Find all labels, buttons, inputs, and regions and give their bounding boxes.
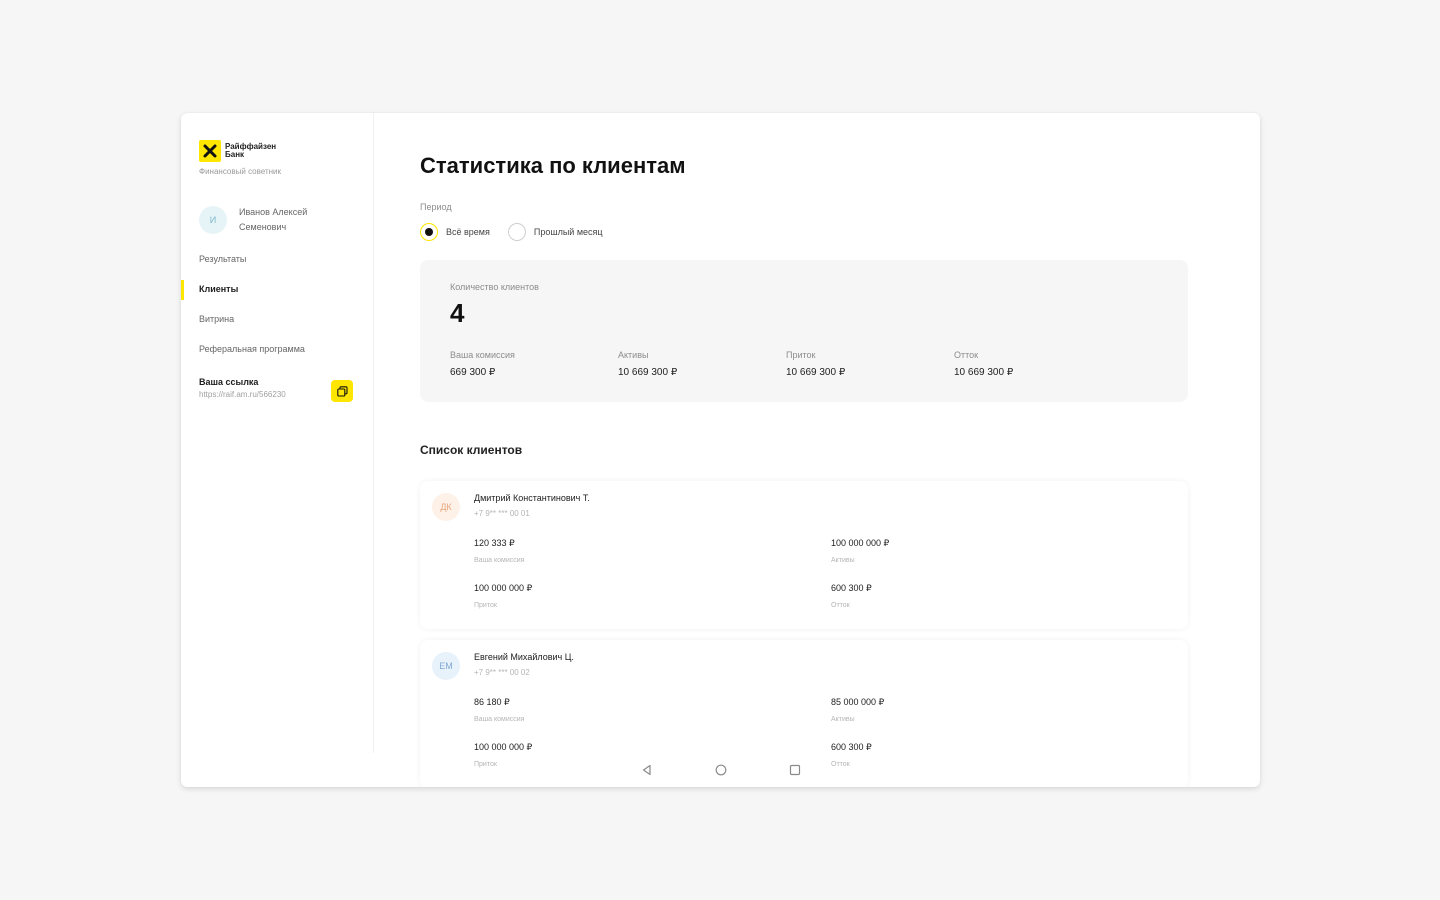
copy-link-button[interactable] [331, 380, 353, 402]
client-phone: +7 9** *** 00 02 [474, 668, 530, 677]
sidebar: Райффайзен Банк Финансовый советник И Ив… [181, 113, 374, 753]
client-assets: 85 000 000 ₽ Активы [831, 697, 884, 723]
stat-label: Ваша комиссия [450, 350, 515, 360]
client-commission: 120 333 ₽ Ваша комиссия [474, 538, 524, 564]
client-outflow: 600 300 ₽ Отток [831, 583, 872, 609]
stat-value: 10 669 300 ₽ [786, 367, 846, 378]
raiffeisen-logo-icon [199, 140, 221, 162]
stat-commission: Ваша комиссия 669 300 ₽ [450, 350, 515, 378]
sidebar-item-clients[interactable]: Клиенты [181, 279, 374, 309]
recents-button[interactable] [787, 762, 803, 778]
stat-value: 10 669 300 ₽ [618, 367, 678, 378]
client-commission: 86 180 ₽ Ваша комиссия [474, 697, 524, 723]
back-triangle-icon [642, 764, 651, 776]
field-label: Активы [831, 716, 855, 723]
back-button[interactable] [639, 762, 655, 778]
client-assets: 100 000 000 ₽ Активы [831, 538, 889, 564]
period-label: Период [420, 202, 452, 212]
period-option-label: Прошлый месяц [533, 227, 603, 237]
main-content: Статистика по клиентам Период Всё время … [420, 113, 1190, 787]
client-list-title: Список клиентов [420, 443, 523, 457]
client-count-value: 4 [450, 298, 465, 328]
field-value: 100 000 000 ₽ [474, 583, 533, 593]
logo-subtitle: Финансовый советник [199, 167, 281, 176]
logo[interactable]: Райффайзен Банк [199, 140, 295, 162]
field-value: 86 180 ₽ [474, 697, 510, 707]
field-value: 100 000 000 ₽ [831, 538, 890, 548]
home-button[interactable] [713, 762, 729, 778]
client-name: Евгений Михайлович Ц. [474, 652, 574, 662]
stat-value: 10 669 300 ₽ [954, 367, 1014, 378]
client-avatar: ДК [432, 493, 460, 521]
stat-label: Активы [618, 350, 649, 360]
field-label: Отток [831, 602, 850, 609]
period-radio-group: Всё время Прошлый месяц [420, 223, 621, 241]
page-title: Статистика по клиентам [420, 153, 686, 178]
stat-inflow: Приток 10 669 300 ₽ [786, 350, 845, 378]
stat-outflow: Отток 10 669 300 ₽ [954, 350, 1013, 378]
field-value: 85 000 000 ₽ [831, 697, 885, 707]
field-label: Ваша комиссия [474, 716, 525, 723]
field-value: 120 333 ₽ [474, 538, 515, 548]
client-phone: +7 9** *** 00 01 [474, 509, 530, 518]
period-option-last-month[interactable]: Прошлый месяц [507, 223, 603, 241]
radio-unselected-icon [507, 223, 526, 241]
field-label: Активы [831, 557, 855, 564]
field-value: 600 300 ₽ [831, 742, 872, 752]
radio-selected-icon [420, 223, 438, 241]
client-name: Дмитрий Константинович Т. [474, 493, 590, 503]
stat-label: Приток [786, 350, 816, 360]
system-nav-bar [181, 753, 1260, 787]
field-label: Ваша комиссия [474, 557, 525, 564]
client-count-label: Количество клиентов [450, 282, 539, 292]
sidebar-item-showcase[interactable]: Витрина [181, 309, 374, 339]
client-inflow: 100 000 000 ₽ Приток [474, 583, 532, 609]
client-avatar: ЕМ [432, 652, 460, 680]
stat-assets: Активы 10 669 300 ₽ [618, 350, 677, 378]
field-value: 100 000 000 ₽ [474, 742, 533, 752]
period-option-label: Всё время [446, 227, 490, 237]
profile[interactable]: И Иванов Алексей Семенович [199, 205, 339, 235]
field-label: Приток [474, 602, 497, 609]
home-circle-icon [715, 764, 726, 776]
period-option-all-time[interactable]: Всё время [420, 223, 490, 241]
stat-value: 669 300 ₽ [450, 367, 496, 378]
stat-label: Отток [954, 350, 979, 360]
client-card[interactable]: ДК Дмитрий Константинович Т. +7 9** *** … [420, 481, 1188, 629]
sidebar-item-results[interactable]: Результаты [181, 249, 374, 279]
copy-icon [336, 385, 348, 397]
logo-text: Райффайзен Банк [225, 142, 277, 159]
sidebar-nav: Результаты Клиенты Витрина Реферальная п… [181, 249, 374, 369]
stats-panel: Количество клиентов 4 Ваша комиссия 669 … [420, 260, 1188, 402]
recents-square-icon [789, 764, 800, 776]
tablet-screen: Райффайзен Банк Финансовый советник И Ив… [181, 113, 1260, 787]
profile-name: Иванов Алексей Семенович [239, 207, 308, 232]
sidebar-item-referral[interactable]: Реферальная программа [181, 339, 374, 369]
avatar: И [199, 206, 227, 234]
field-value: 600 300 ₽ [831, 583, 872, 593]
